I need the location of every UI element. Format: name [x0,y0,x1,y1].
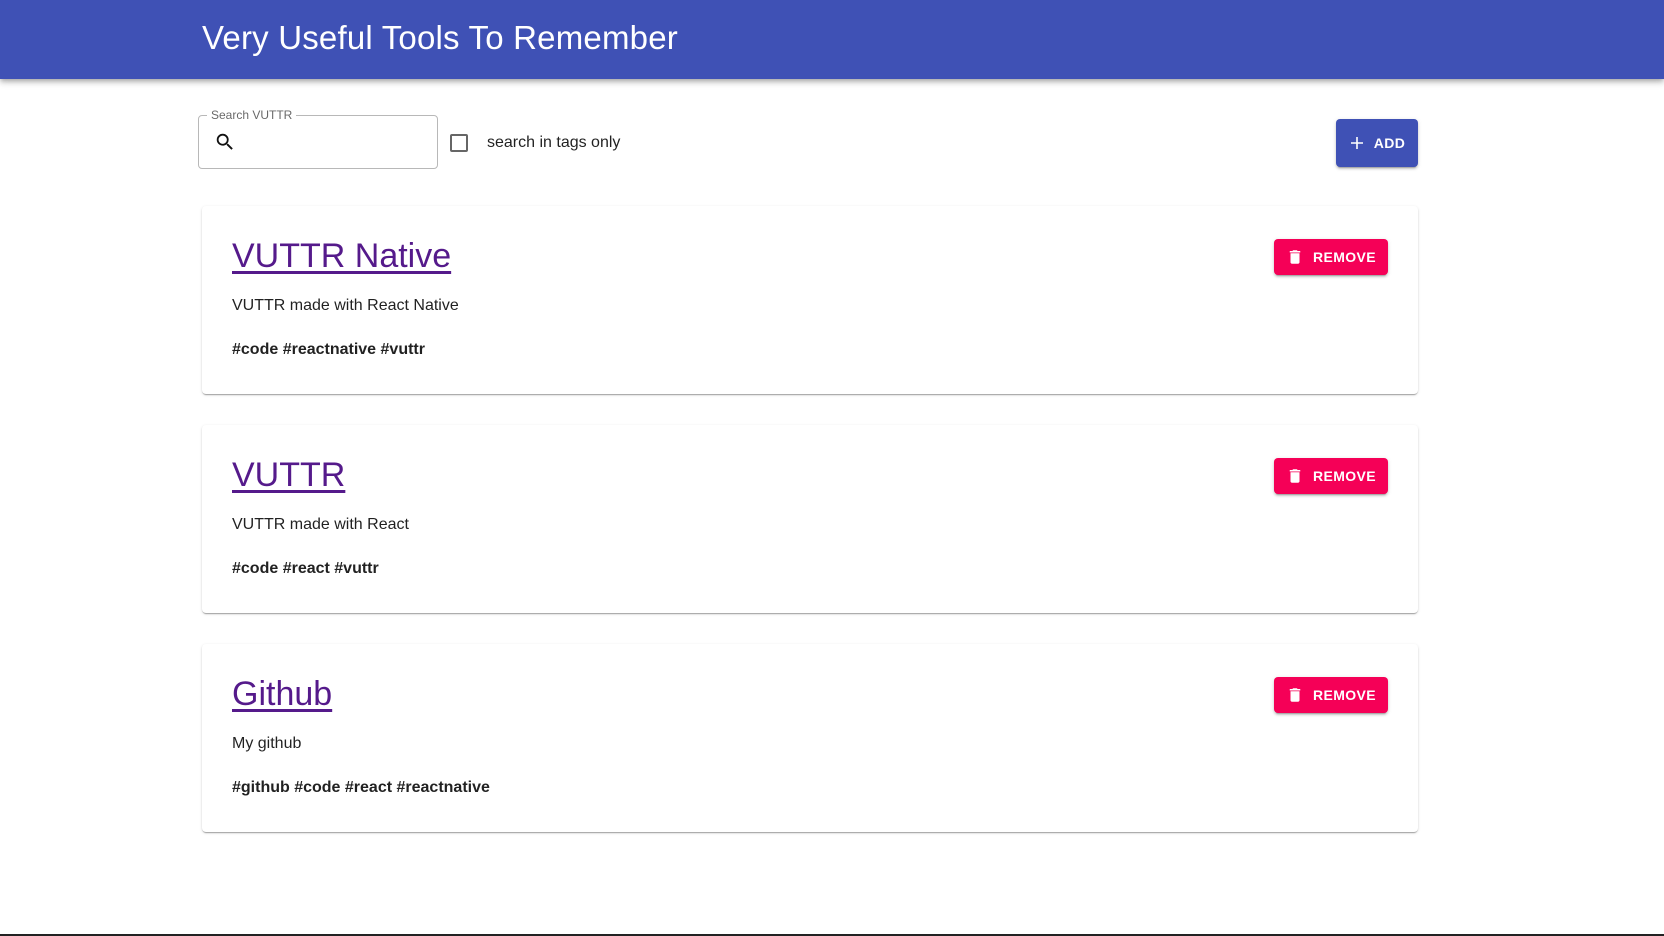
tags-only-toggle[interactable]: search in tags only [450,130,620,156]
remove-tool-button[interactable]: REMOVE [1274,458,1388,494]
search-label: Search VUTTR [207,108,297,122]
tool-title-link[interactable]: VUTTR Native [232,236,451,276]
search-icon [216,133,233,150]
tags-only-checkbox[interactable] [450,134,468,152]
remove-tool-button[interactable]: REMOVE [1274,677,1388,713]
add-button-label: ADD [1373,135,1406,151]
app-bar: Very Useful Tools To Remember [0,0,1664,79]
tool-description: VUTTR made with React Native [232,297,459,314]
tool-card: Github My github #github #code #react #r… [202,644,1418,832]
remove-button-label: REMOVE [1312,687,1377,703]
remove-tool-button[interactable]: REMOVE [1274,239,1388,275]
trash-icon [1289,688,1301,702]
remove-button-label: REMOVE [1312,468,1377,484]
tool-title-link[interactable]: VUTTR [232,455,345,495]
remove-button-label: REMOVE [1312,249,1377,265]
tool-title-link[interactable]: Github [232,674,332,714]
search-input[interactable] [245,126,425,158]
tool-tags: #code #reactnative #vuttr [232,341,425,358]
search-field[interactable]: Search VUTTR [198,108,438,169]
add-tool-button[interactable]: ADD [1336,119,1418,167]
trash-icon [1289,250,1301,264]
tool-description: My github [232,735,302,752]
tags-only-label: search in tags only [487,134,621,151]
tool-tags: #github #code #react #reactnative [232,779,490,796]
page-title: Very Useful Tools To Remember [202,19,678,56]
tool-card: VUTTR Native VUTTR made with React Nativ… [202,206,1418,394]
plus-icon [1350,137,1363,149]
tool-card: VUTTR VUTTR made with React #code #react… [202,425,1418,613]
tool-tags: #code #react #vuttr [232,560,379,577]
trash-icon [1289,469,1301,483]
tool-description: VUTTR made with React [232,516,409,533]
